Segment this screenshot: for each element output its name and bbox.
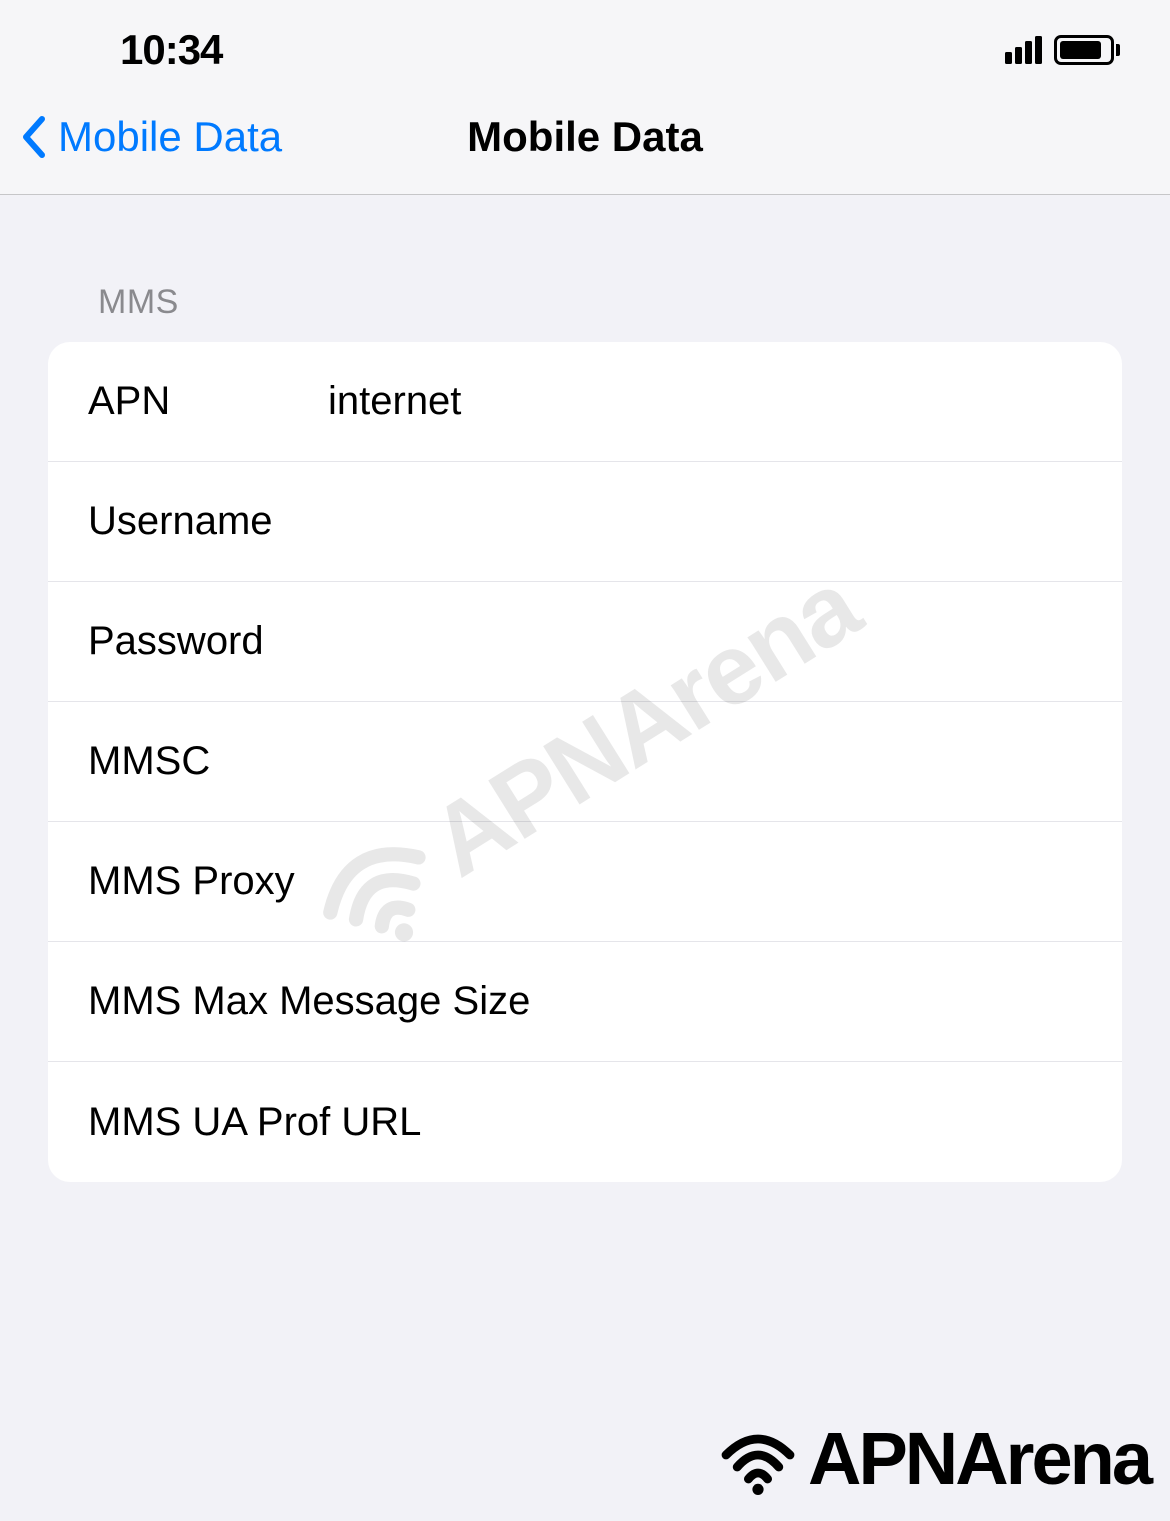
password-input[interactable] — [328, 619, 1082, 664]
mms-proxy-row[interactable]: MMS Proxy — [48, 822, 1122, 942]
username-input[interactable] — [328, 499, 1082, 544]
password-row[interactable]: Password — [48, 582, 1122, 702]
mms-ua-prof-label: MMS UA Prof URL — [88, 1100, 421, 1145]
back-label: Mobile Data — [58, 113, 282, 161]
username-label: Username — [88, 499, 328, 544]
mms-max-size-label: MMS Max Message Size — [88, 979, 530, 1024]
status-indicators — [1005, 35, 1120, 65]
mms-proxy-label: MMS Proxy — [88, 859, 295, 904]
apn-input[interactable] — [328, 379, 1082, 424]
cellular-signal-icon — [1005, 36, 1042, 64]
mms-ua-prof-row[interactable]: MMS UA Prof URL — [48, 1062, 1122, 1182]
status-bar: 10:34 — [0, 0, 1170, 80]
mmsc-row[interactable]: MMSC — [48, 702, 1122, 822]
password-label: Password — [88, 619, 328, 664]
battery-icon — [1054, 35, 1120, 65]
footer-brand-text: APNArena — [808, 1416, 1150, 1501]
navigation-bar: Mobile Data Mobile Data — [0, 80, 1170, 195]
status-time: 10:34 — [120, 26, 222, 74]
content-area: MMS APN Username Password MMSC MMS Proxy… — [0, 195, 1170, 1182]
apn-row[interactable]: APN — [48, 342, 1122, 462]
mmsc-label: MMSC — [88, 739, 328, 784]
mms-proxy-input[interactable] — [295, 859, 1082, 904]
settings-card: APN Username Password MMSC MMS Proxy MMS… — [48, 342, 1122, 1182]
mms-max-size-input[interactable] — [530, 979, 1082, 1024]
chevron-left-icon — [20, 115, 46, 159]
mms-max-size-row[interactable]: MMS Max Message Size — [48, 942, 1122, 1062]
mmsc-input[interactable] — [328, 739, 1082, 784]
page-title: Mobile Data — [467, 113, 703, 161]
username-row[interactable]: Username — [48, 462, 1122, 582]
section-header: MMS — [0, 195, 1170, 342]
wifi-icon — [708, 1419, 808, 1499]
mms-ua-prof-input[interactable] — [421, 1100, 1082, 1145]
back-button[interactable]: Mobile Data — [0, 113, 282, 161]
apn-label: APN — [88, 379, 328, 424]
footer-brand: APNArena — [708, 1416, 1150, 1501]
